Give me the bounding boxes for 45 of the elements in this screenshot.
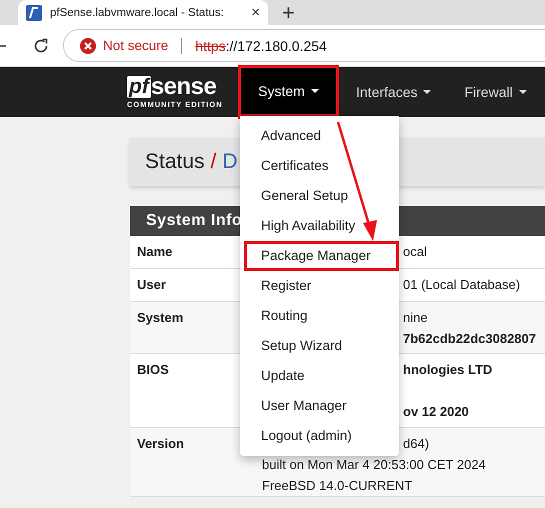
menu-item[interactable]: Package Manager (244, 241, 399, 271)
table-cell-text: FreeBSD 14.0-CURRENT (262, 477, 414, 495)
menu-item[interactable]: Update (240, 361, 399, 391)
close-icon[interactable]: × (251, 4, 260, 21)
address-bar[interactable]: Not secure https://172.180.0.254 (63, 29, 545, 62)
url-text: https://172.180.0.254 (195, 38, 327, 54)
table-cell-text: built on Mon Mar 4 20:53:00 CET 2024 (262, 456, 486, 474)
breadcrumb-separator: / (210, 150, 216, 174)
breadcrumb-page[interactable]: D (222, 150, 238, 174)
table-cell-text: hnologies LTD (403, 361, 492, 379)
menu-item[interactable]: Routing (240, 301, 399, 331)
table-cell-text: ocal (403, 243, 427, 261)
table-cell-text: 01 (Local Database) (403, 276, 520, 294)
table-cell-text: System (136, 309, 184, 327)
table-cell-text: 7b62cdb22dc3082807 (403, 330, 536, 348)
menu-item[interactable]: Logout (admin) (240, 421, 399, 451)
nav-menu-item[interactable]: System (240, 67, 337, 117)
new-tab-button[interactable]: + (282, 0, 295, 25)
menu-item[interactable]: General Setup (240, 181, 399, 211)
browser-tab[interactable]: pfSense.labvmware.local - Status: × (18, 0, 268, 25)
warning-icon (80, 38, 96, 54)
table-cell-text: User (136, 276, 167, 294)
table-cell-text: Version (136, 435, 185, 453)
security-label: Not secure (103, 38, 168, 53)
table-cell-text: BIOS (136, 361, 170, 379)
caret-icon (310, 88, 319, 92)
menu-item[interactable]: Certificates (240, 151, 399, 181)
tab-title: pfSense.labvmware.local - Status: (50, 6, 225, 18)
menu-item[interactable]: Register (240, 271, 399, 301)
menu-item[interactable]: Setup Wizard (240, 331, 399, 361)
menu-item[interactable]: High Availability (240, 211, 399, 241)
breadcrumb-section[interactable]: Status (145, 150, 205, 174)
caret-icon (518, 90, 527, 94)
table-cell-text: d64) (403, 435, 430, 453)
menu-item[interactable]: Advanced (240, 121, 399, 151)
menu-item[interactable]: User Manager (240, 391, 399, 421)
table-cell-text: Name (136, 243, 174, 261)
nav-menu-item[interactable]: Interfaces (342, 67, 446, 117)
favicon-icon (26, 4, 42, 20)
panel-title: System Info (146, 212, 242, 230)
nav-menu-item[interactable]: Firewall (450, 67, 541, 117)
caret-icon (423, 90, 432, 94)
reload-icon[interactable] (32, 36, 50, 54)
table-cell-text: nine (403, 309, 429, 327)
table-cell-text: ov 12 2020 (403, 403, 470, 421)
